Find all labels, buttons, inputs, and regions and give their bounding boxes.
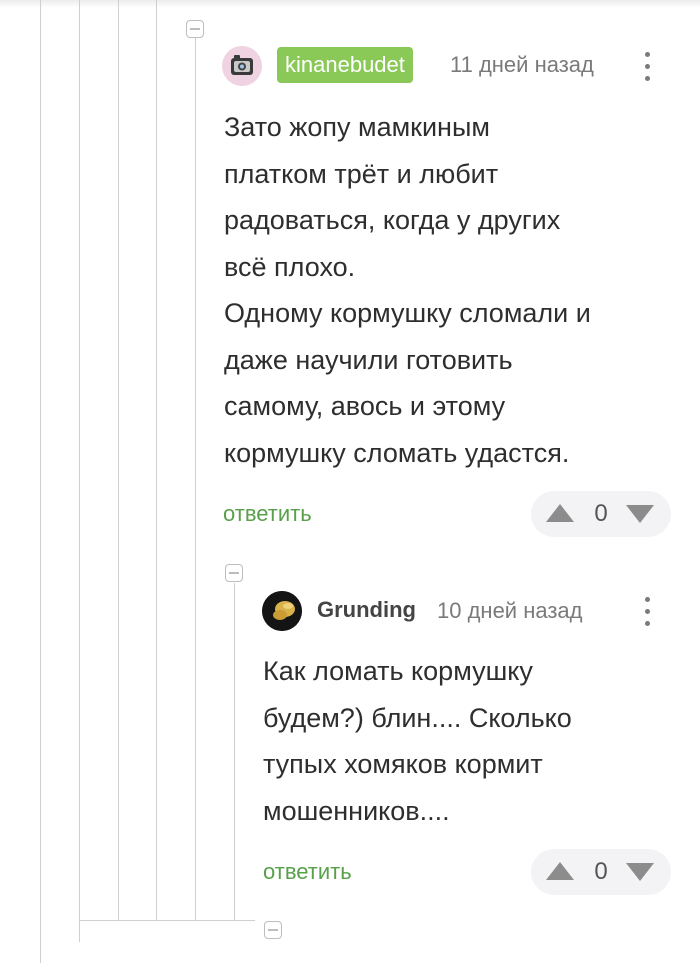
downvote-arrow-icon[interactable] xyxy=(626,863,654,881)
user-avatar[interactable] xyxy=(262,591,302,631)
hand-avatar-icon xyxy=(262,591,302,631)
rating-count: 0 xyxy=(594,500,608,527)
comment-timestamp: 11 дней назад xyxy=(450,52,594,77)
collapse-thread-button[interactable] xyxy=(225,564,243,582)
rating-count: 0 xyxy=(594,858,608,885)
user-avatar[interactable] xyxy=(222,46,262,86)
rating-control: 0 xyxy=(531,849,671,895)
comment-timestamp: 10 дней назад xyxy=(437,598,583,623)
username[interactable]: Grunding xyxy=(317,593,416,627)
rating-control: 0 xyxy=(531,491,671,537)
upvote-arrow-icon[interactable] xyxy=(546,862,574,880)
collapse-thread-button[interactable] xyxy=(186,20,204,38)
top-shadow xyxy=(0,0,700,8)
comment-body: Как ломать кормушку будем?) блин.... Ско… xyxy=(263,656,572,826)
more-options-icon[interactable] xyxy=(638,48,658,84)
more-options-icon[interactable] xyxy=(638,593,658,629)
comment-body: Зато жопу мамкиным платком трёт и любит … xyxy=(224,112,591,468)
reply-button[interactable]: ответить xyxy=(263,857,352,887)
downvote-arrow-icon[interactable] xyxy=(626,505,654,523)
username-badge[interactable]: kinanebudet xyxy=(277,47,413,83)
collapse-thread-button[interactable] xyxy=(264,921,282,939)
upvote-arrow-icon[interactable] xyxy=(546,504,574,522)
reply-button[interactable]: ответить xyxy=(223,499,312,529)
camera-avatar-icon xyxy=(222,46,262,86)
